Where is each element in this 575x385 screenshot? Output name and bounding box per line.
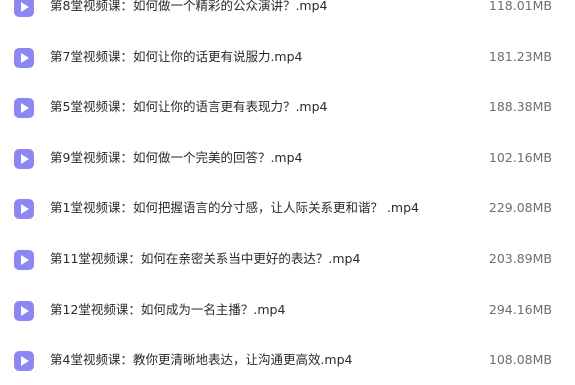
file-size: 181.23MB (488, 48, 552, 64)
file-row[interactable]: 第4堂视频课：教你更清晰地表达，让沟通更高效.mp4 108.08MB (0, 334, 575, 385)
video-file-icon (13, 350, 35, 372)
file-size: 203.89MB (488, 250, 552, 266)
file-name[interactable]: 第8堂视频课：如何做一个精彩的公众演讲？.mp4 (50, 0, 328, 14)
video-file-icon (13, 148, 35, 170)
file-name[interactable]: 第7堂视频课：如何让你的话更有说服力.mp4 (50, 49, 303, 65)
file-name[interactable]: 第4堂视频课：教你更清晰地表达，让沟通更高效.mp4 (50, 352, 353, 368)
file-name[interactable]: 第1堂视频课：如何把握语言的分寸感，让人际关系更和谐？ .mp4 (50, 200, 419, 216)
file-row[interactable]: 第5堂视频课：如何让你的语言更有表现力？.mp4 188.38MB (0, 81, 575, 132)
file-row[interactable]: 第9堂视频课：如何做一个完美的回答？.mp4 102.16MB (0, 132, 575, 183)
file-size: 188.38MB (488, 99, 552, 115)
file-row[interactable]: 第1堂视频课：如何把握语言的分寸感，让人际关系更和谐？ .mp4 229.08M… (0, 182, 575, 233)
file-name[interactable]: 第5堂视频课：如何让你的语言更有表现力？.mp4 (50, 99, 328, 115)
file-name[interactable]: 第9堂视频课：如何做一个完美的回答？.mp4 (50, 150, 303, 166)
file-size: 294.16MB (488, 301, 552, 317)
file-size: 102.16MB (488, 149, 552, 165)
video-file-icon (13, 198, 35, 220)
file-size: 229.08MB (488, 200, 552, 216)
video-file-icon (13, 47, 35, 69)
file-row[interactable]: 第12堂视频课：如何成为一名主播？.mp4 294.16MB (0, 284, 575, 335)
file-row[interactable]: 第11堂视频课：如何在亲密关系当中更好的表达？.mp4 203.89MB (0, 233, 575, 284)
file-name[interactable]: 第11堂视频课：如何在亲密关系当中更好的表达？.mp4 (50, 251, 360, 267)
file-size: 108.08MB (488, 352, 552, 368)
video-file-icon (13, 97, 35, 119)
file-row[interactable]: 第7堂视频课：如何让你的话更有说服力.mp4 181.23MB (0, 31, 575, 82)
file-name[interactable]: 第12堂视频课：如何成为一名主播？.mp4 (50, 302, 285, 318)
video-file-icon (13, 249, 35, 271)
video-file-icon (13, 0, 35, 18)
file-size: 118.01MB (488, 0, 552, 13)
file-row[interactable]: 第8堂视频课：如何做一个精彩的公众演讲？.mp4 118.01MB (0, 0, 575, 31)
file-list: 第8堂视频课：如何做一个精彩的公众演讲？.mp4 118.01MB 第7堂视频课… (0, 0, 575, 385)
video-file-icon (13, 300, 35, 322)
